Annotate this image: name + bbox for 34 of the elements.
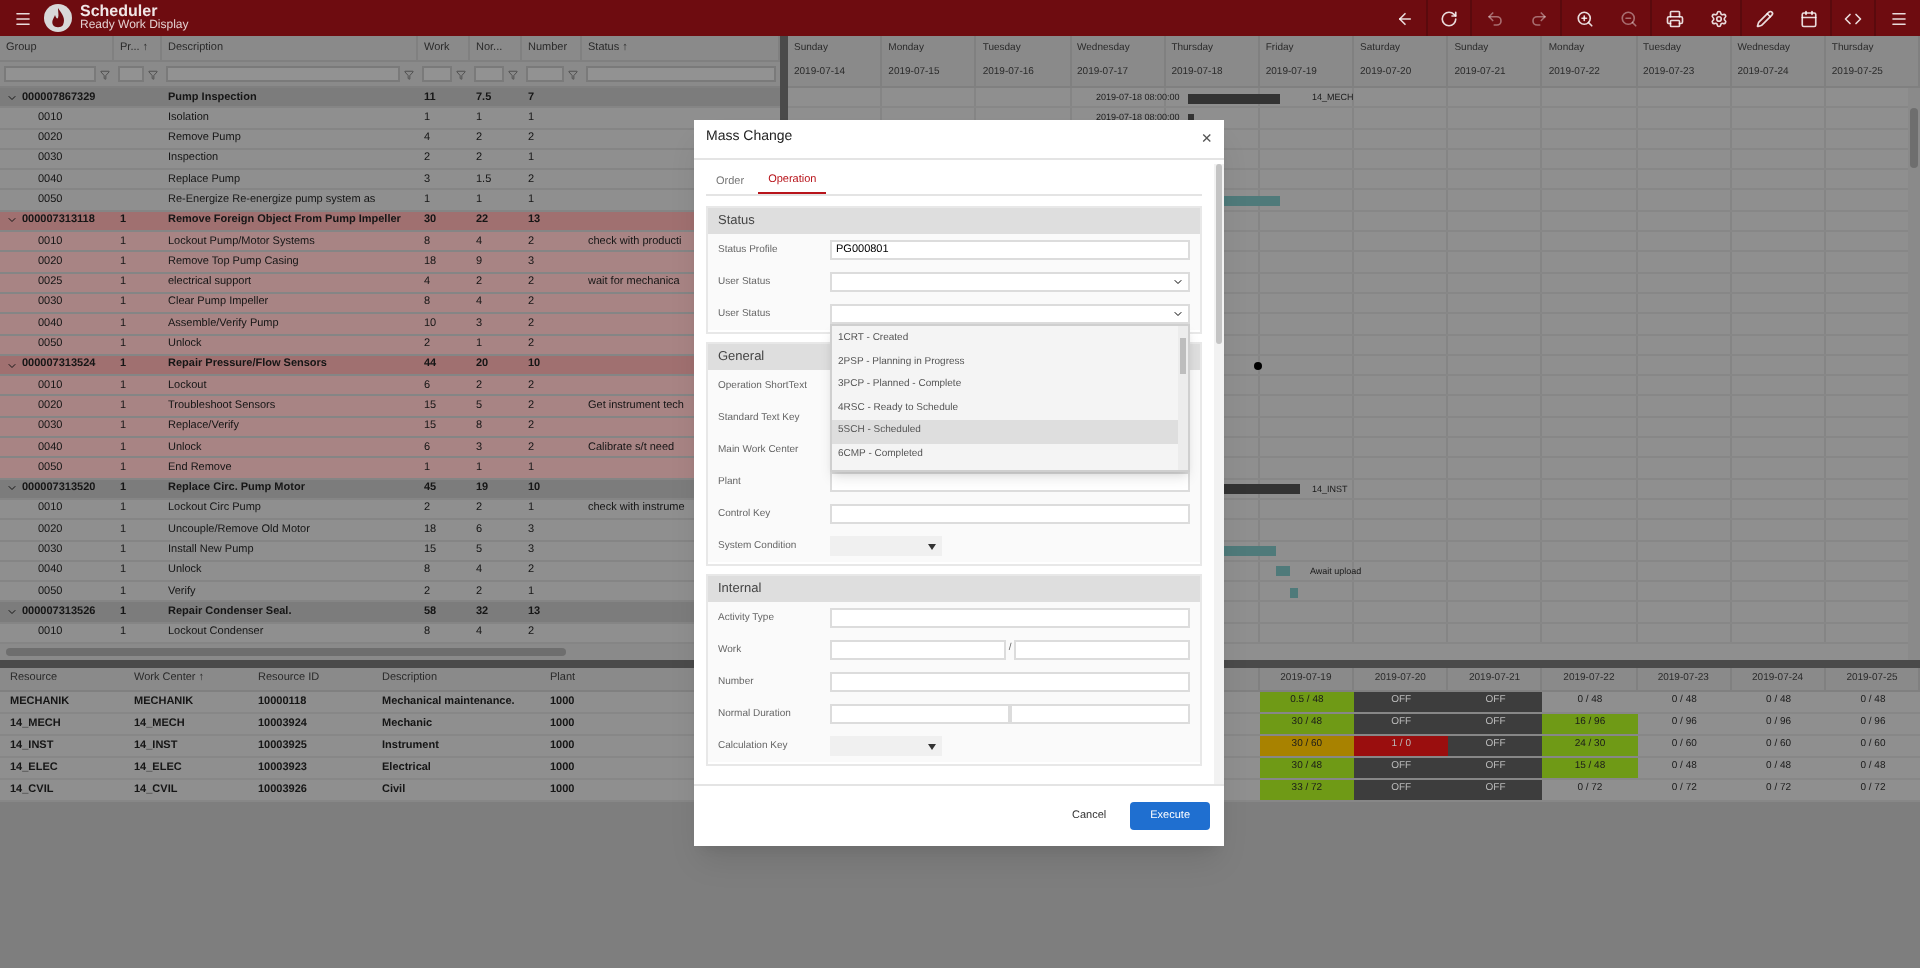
- select-field[interactable]: [830, 304, 1190, 324]
- chevron-down-icon: [1172, 276, 1184, 288]
- filter-icon[interactable]: [100, 69, 110, 79]
- filter-icon[interactable]: [148, 69, 158, 79]
- close-button[interactable]: ×: [1201, 130, 1212, 148]
- input-field[interactable]: [830, 472, 1190, 492]
- scrollbar-thumb[interactable]: [1216, 164, 1222, 344]
- filter-icon[interactable]: [404, 69, 414, 79]
- filter-icon[interactable]: [508, 69, 518, 79]
- filter-field[interactable]: [4, 66, 96, 82]
- gantt-bar[interactable]: [1220, 484, 1300, 495]
- input-field[interactable]: [1010, 704, 1190, 724]
- filter-field[interactable]: [526, 66, 564, 82]
- input-field[interactable]: [830, 608, 1190, 628]
- filter-field[interactable]: [586, 66, 776, 82]
- input-field[interactable]: [830, 672, 1190, 692]
- input-field[interactable]: [830, 504, 1190, 524]
- scrollbar-thumb[interactable]: [1180, 338, 1186, 374]
- filter-field[interactable]: [166, 66, 400, 82]
- select-field[interactable]: [830, 736, 942, 756]
- filter-icon[interactable]: [456, 69, 466, 79]
- select-field[interactable]: [830, 536, 942, 556]
- input-field[interactable]: [1013, 640, 1191, 660]
- select-field[interactable]: [830, 272, 1190, 292]
- app-title: Scheduler: [80, 4, 158, 20]
- filter-field[interactable]: [474, 66, 504, 82]
- filter-icon[interactable]: [568, 69, 578, 79]
- input-field[interactable]: [830, 640, 1007, 660]
- caret-icon: [928, 743, 936, 749]
- filter-field[interactable]: [422, 66, 452, 82]
- chevron-down-icon: [1172, 308, 1184, 320]
- caret-icon: [928, 543, 936, 549]
- input-field[interactable]: [830, 704, 1010, 724]
- filter-field[interactable]: [118, 66, 144, 82]
